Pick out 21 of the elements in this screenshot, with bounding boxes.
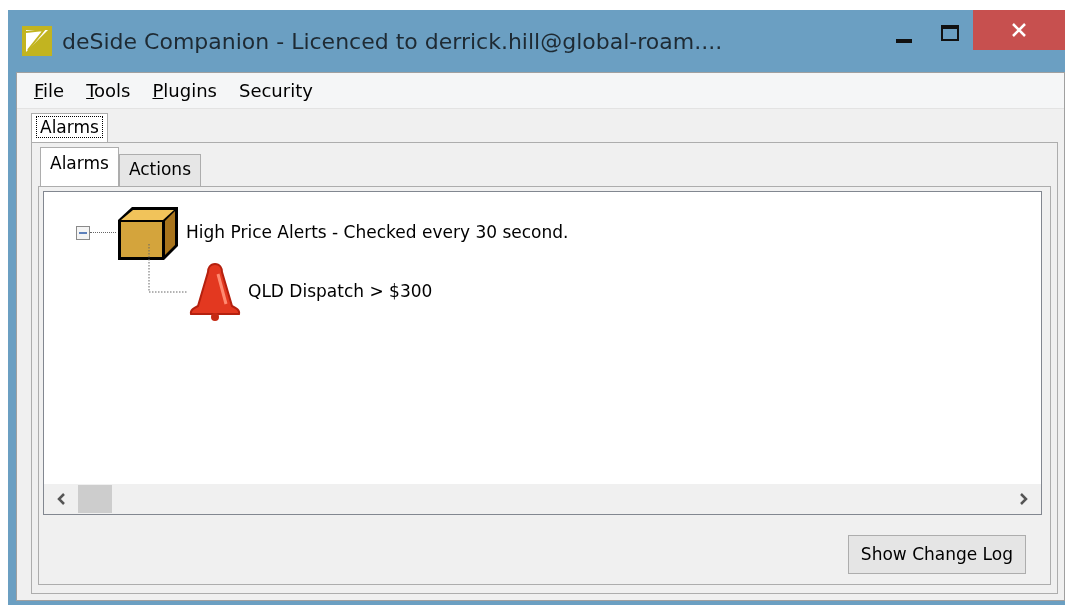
tab[interactable]: Actions [118,153,201,186]
tree-item[interactable]: High Price Alerts - Checked every 30 second. [186,219,569,246]
minimize-icon [896,39,912,43]
menu-item[interactable]: Tools [75,77,142,104]
tab[interactable]: Alarms [31,113,108,142]
collapse-icon[interactable] [76,225,90,240]
menu-item[interactable]: File [23,77,76,104]
tab[interactable]: Alarms [40,146,119,186]
horizontal-scrollbar[interactable] [44,483,1041,514]
app-logo-icon [22,26,52,56]
close-icon [1012,23,1026,37]
scroll-thumb[interactable] [78,484,112,513]
maximize-icon [941,25,959,41]
tree-line [90,232,116,233]
window-title: deSide Companion - Licenced to derrick.hill@global-roam.... [62,27,723,56]
tree-line [148,243,188,294]
show-change-log-button[interactable]: Show Change Log [847,534,1026,574]
tree-item[interactable]: QLD Dispatch > $300 [248,278,433,305]
menu-item[interactable]: Plugins [141,77,228,104]
menu-item[interactable]: Security [227,77,324,104]
bell-icon [188,261,242,322]
